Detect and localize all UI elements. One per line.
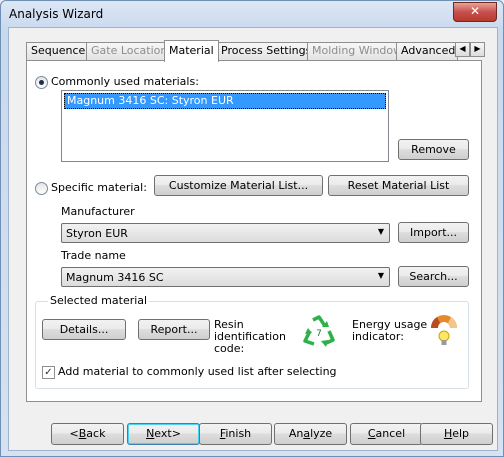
energy-gauge-icon — [430, 315, 458, 345]
report-button[interactable]: Report... — [138, 319, 210, 340]
energy-label-line2: indicator: — [352, 330, 404, 343]
tab-process-settings[interactable]: Process Settings — [216, 42, 311, 60]
help-button[interactable]: Help — [420, 423, 493, 445]
tab-advanced[interactable]: Advanced — [396, 42, 458, 60]
import-button[interactable]: Import... — [398, 222, 469, 243]
back-button[interactable]: <Back — [51, 423, 124, 445]
tab-scroll-right-button[interactable]: ▶ — [470, 42, 485, 57]
next-button[interactable]: Next> — [127, 423, 200, 445]
customize-material-list-button[interactable]: Customize Material List... — [154, 175, 323, 196]
tab-gate-location[interactable]: Gate Location — [86, 42, 167, 60]
search-button[interactable]: Search... — [398, 266, 469, 287]
details-button[interactable]: Details... — [42, 319, 126, 340]
selected-material-title: Selected material — [48, 294, 150, 307]
close-icon: ✕ — [469, 4, 481, 18]
material-tab-panel: Commonly used materials: Magnum 3416 SC:… — [26, 60, 482, 402]
dialog-client-area: Sequence Gate Location Material Process … — [8, 27, 498, 451]
tab-sequence[interactable]: Sequence — [26, 42, 87, 60]
manufacturer-select[interactable]: Styron EUR ▼ — [61, 223, 390, 243]
tab-scroll-left-button[interactable]: ◀ — [455, 42, 470, 57]
analyze-button[interactable]: Analyze — [274, 423, 347, 445]
trade-name-label: Trade name — [61, 249, 126, 262]
commonly-used-list[interactable]: Magnum 3416 SC: Styron EUR — [61, 90, 389, 162]
list-item[interactable]: Magnum 3416 SC: Styron EUR — [64, 93, 386, 109]
resin-label-line3: code: — [214, 342, 245, 355]
commonly-used-radio[interactable] — [35, 76, 48, 89]
trade-name-select[interactable]: Magnum 3416 SC ▼ — [61, 267, 390, 287]
dropdown-arrow-icon: ▼ — [377, 227, 384, 236]
commonly-used-label: Commonly used materials: — [51, 75, 199, 88]
cancel-button[interactable]: Cancel — [350, 423, 423, 445]
selected-material-group: Selected material Details... Report... R… — [35, 294, 469, 389]
close-button[interactable]: ✕ — [453, 2, 497, 22]
trade-name-value: Magnum 3416 SC — [66, 271, 164, 284]
add-to-common-list-checkbox[interactable]: ✓ — [42, 366, 55, 379]
title-bar[interactable]: Analysis Wizard ✕ — [1, 1, 503, 27]
reset-material-list-button[interactable]: Reset Material List — [328, 175, 469, 196]
add-to-common-list-label: Add material to commonly used list after… — [58, 365, 337, 378]
arrow-left-icon: ◀ — [459, 44, 466, 53]
recycle-icon: 7 — [303, 315, 335, 347]
window-title: Analysis Wizard — [9, 7, 104, 21]
tab-material[interactable]: Material — [164, 40, 219, 62]
tab-molding-window[interactable]: Molding Window — [307, 42, 402, 60]
specific-material-label: Specific material: — [51, 181, 147, 194]
manufacturer-label: Manufacturer — [61, 205, 135, 218]
wizard-window: Analysis Wizard ✕ Sequence Gate Location… — [0, 0, 504, 457]
specific-material-radio[interactable] — [35, 182, 48, 195]
finish-button[interactable]: Finish — [199, 423, 272, 445]
dropdown-arrow-icon: ▼ — [377, 271, 384, 280]
manufacturer-value: Styron EUR — [66, 227, 128, 240]
remove-button[interactable]: Remove — [398, 139, 469, 160]
arrow-right-icon: ▶ — [474, 44, 481, 53]
resin-code: 7 — [316, 329, 322, 339]
